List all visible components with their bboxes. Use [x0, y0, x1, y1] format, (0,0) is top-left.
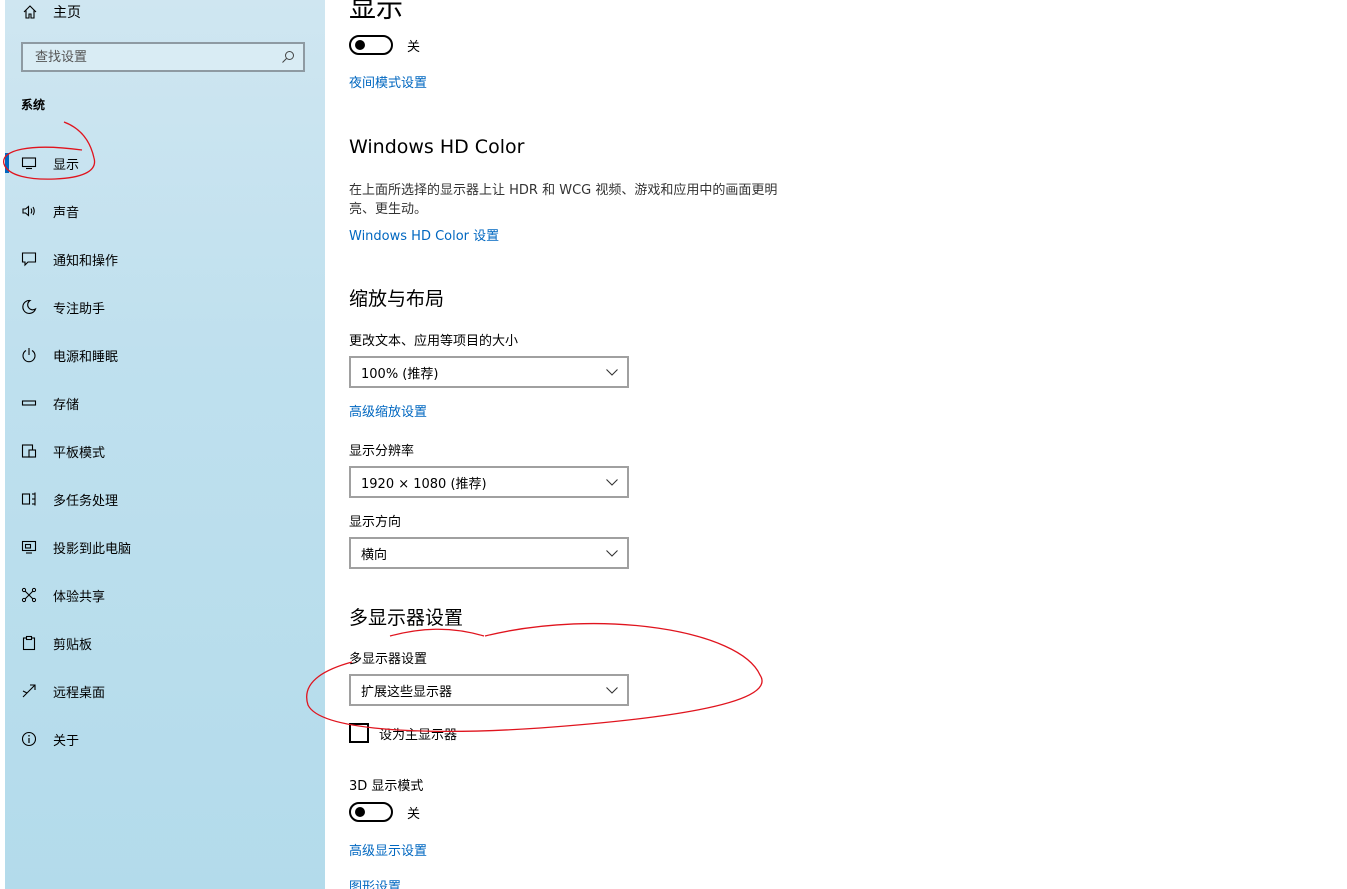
resolution-dropdown[interactable]: 1920 × 1080 (推荐) — [349, 466, 629, 498]
sidebar-item-label: 体验共享 — [53, 589, 106, 605]
annotation-underline — [389, 628, 485, 637]
tablet-icon — [21, 443, 37, 459]
sidebar-item-remote-desktop[interactable]: 远程桌面 — [5, 667, 325, 715]
multi-display-dropdown-value: 扩展这些显示器 — [361, 684, 453, 700]
remote-desktop-icon — [21, 683, 37, 699]
share-icon — [21, 587, 37, 603]
sidebar-item-shared-experiences[interactable]: 体验共享 — [5, 571, 325, 619]
sidebar-item-label: 通知和操作 — [53, 253, 119, 269]
orientation-label: 显示方向 — [349, 515, 402, 530]
sidebar-item-about[interactable]: 关于 — [5, 715, 325, 763]
sidebar-item-display[interactable]: 显示 — [5, 139, 325, 187]
orientation-dropdown[interactable]: 横向 — [349, 537, 629, 569]
moon-icon — [21, 299, 37, 315]
sidebar-item-label: 平板模式 — [53, 445, 106, 461]
3d-display-state: 关 — [407, 806, 421, 822]
orientation-dropdown-value: 横向 — [361, 547, 388, 563]
hd-color-heading: Windows HD Color — [349, 136, 525, 158]
advanced-display-link[interactable]: 高级显示设置 — [349, 840, 427, 859]
multitask-icon — [21, 491, 37, 507]
multi-display-heading: 多显示器设置 — [349, 607, 464, 629]
night-light-settings-link[interactable]: 夜间模式设置 — [349, 72, 427, 91]
night-light-toggle[interactable] — [349, 35, 393, 55]
hd-color-settings-link[interactable]: Windows HD Color 设置 — [349, 225, 499, 244]
storage-icon — [21, 395, 37, 411]
sidebar: 主页 系统 显示 声音 — [5, 0, 325, 889]
night-light-state: 关 — [407, 39, 421, 55]
scale-dropdown[interactable]: 100% (推荐) — [349, 356, 629, 388]
sidebar-item-label: 远程桌面 — [53, 685, 106, 701]
sidebar-item-label: 剪贴板 — [53, 637, 93, 653]
sidebar-item-label: 显示 — [53, 157, 80, 173]
sidebar-item-label: 多任务处理 — [53, 493, 119, 509]
scale-layout-heading: 缩放与布局 — [349, 288, 445, 310]
sidebar-item-label: 专注助手 — [53, 301, 106, 317]
sidebar-nav: 显示 声音 通知和操作 专注助手 电源和睡眠 存储 平板模式 多任务处理 投影到… — [5, 139, 325, 763]
page-title: 显示 — [349, 0, 403, 24]
sidebar-item-notifications[interactable]: 通知和操作 — [5, 235, 325, 283]
multi-display-dropdown[interactable]: 扩展这些显示器 — [349, 674, 629, 706]
sidebar-item-label: 投影到此电脑 — [53, 541, 132, 557]
nav-home[interactable]: 主页 — [22, 2, 81, 22]
multi-display-label: 多显示器设置 — [349, 652, 428, 667]
sidebar-item-label: 存储 — [53, 397, 80, 413]
sidebar-item-storage[interactable]: 存储 — [5, 379, 325, 427]
clipboard-icon — [21, 635, 37, 651]
main-display-checkbox-label: 设为主显示器 — [379, 727, 458, 743]
hd-color-description: 在上面所选择的显示器上让 HDR 和 WCG 视频、游戏和应用中的画面更明亮、更… — [349, 183, 778, 217]
notification-icon — [21, 251, 37, 267]
chevron-down-icon — [606, 687, 618, 694]
3d-display-label: 3D 显示模式 — [349, 779, 424, 794]
sidebar-item-label: 关于 — [53, 733, 80, 749]
monitor-icon — [21, 155, 37, 171]
sidebar-item-project-to-pc[interactable]: 投影到此电脑 — [5, 523, 325, 571]
scale-dropdown-value: 100% (推荐) — [361, 366, 439, 382]
chevron-down-icon — [606, 479, 618, 486]
info-icon — [21, 731, 37, 747]
resolution-dropdown-value: 1920 × 1080 (推荐) — [361, 476, 487, 492]
resolution-label: 显示分辨率 — [349, 444, 415, 459]
main-display-checkbox-row[interactable]: 设为主显示器 — [349, 723, 457, 743]
home-icon — [23, 5, 37, 19]
power-icon — [21, 347, 37, 363]
section-title: 系统 — [21, 98, 46, 112]
search-input[interactable] — [33, 48, 281, 66]
graphics-settings-link[interactable]: 图形设置 — [349, 876, 401, 889]
sidebar-item-label: 电源和睡眠 — [53, 349, 119, 365]
sidebar-item-label: 声音 — [53, 205, 80, 221]
toggle-knob — [355, 40, 365, 50]
sidebar-item-tablet-mode[interactable]: 平板模式 — [5, 427, 325, 475]
toggle-knob — [355, 807, 365, 817]
search-icon[interactable] — [281, 50, 295, 64]
sidebar-item-multitasking[interactable]: 多任务处理 — [5, 475, 325, 523]
3d-display-toggle[interactable] — [349, 802, 393, 822]
search-box[interactable] — [21, 42, 305, 72]
night-light-row: 关 — [349, 35, 420, 55]
speaker-icon — [21, 203, 37, 219]
chevron-down-icon — [606, 369, 618, 376]
chevron-down-icon — [606, 550, 618, 557]
main-display-checkbox[interactable] — [349, 723, 369, 743]
advanced-scaling-link[interactable]: 高级缩放设置 — [349, 401, 427, 420]
sidebar-item-power[interactable]: 电源和睡眠 — [5, 331, 325, 379]
sidebar-item-focus-assist[interactable]: 专注助手 — [5, 283, 325, 331]
scale-label: 更改文本、应用等项目的大小 — [349, 334, 519, 349]
3d-display-row: 关 — [349, 802, 420, 822]
nav-home-label: 主页 — [53, 5, 81, 21]
sidebar-item-sound[interactable]: 声音 — [5, 187, 325, 235]
sidebar-item-clipboard[interactable]: 剪贴板 — [5, 619, 325, 667]
project-icon — [21, 539, 37, 555]
